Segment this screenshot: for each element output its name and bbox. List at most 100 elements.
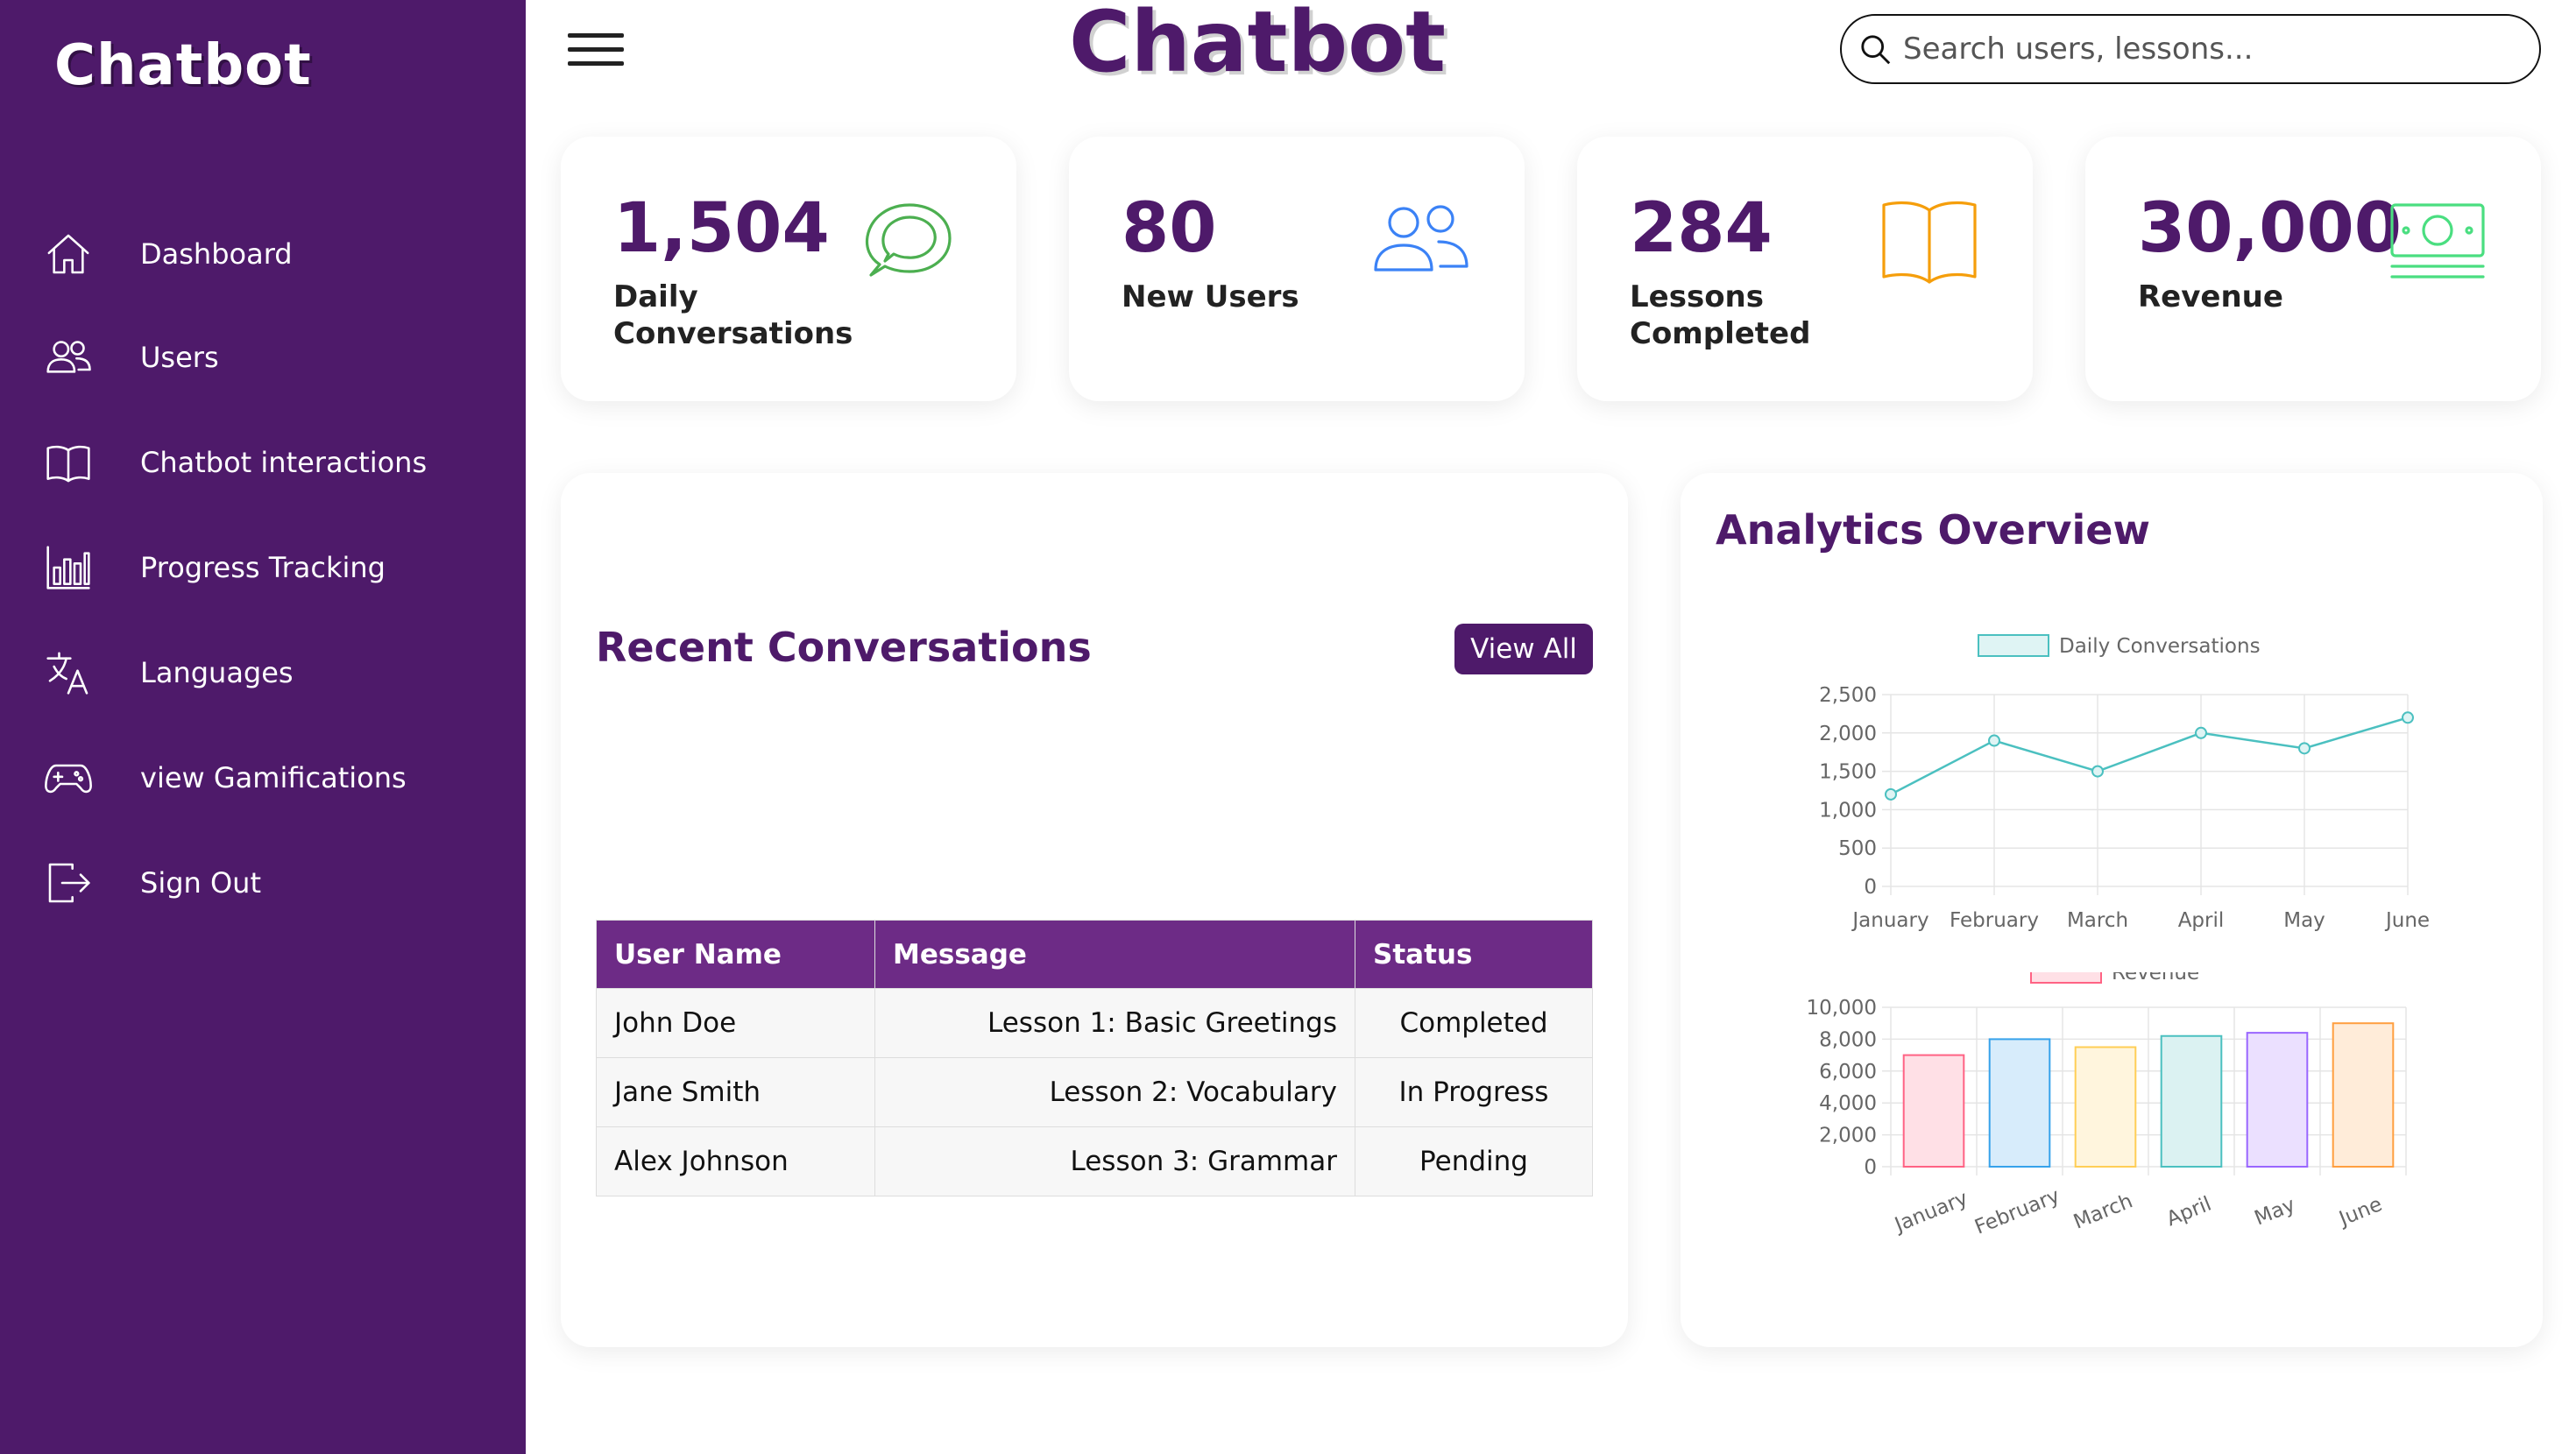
stat-value: 284: [1630, 189, 1773, 268]
table-row[interactable]: John Doe Lesson 1: Basic Greetings Compl…: [596, 988, 1593, 1058]
search-icon: [1861, 35, 1891, 65]
data-point: [1885, 787, 1897, 801]
y-tick-label: 8,000: [1819, 1028, 1877, 1051]
sign-out-icon: [48, 863, 90, 903]
sidebar-item-languages[interactable]: Languages: [44, 645, 294, 701]
data-point: [2195, 726, 2207, 739]
x-tick-label: April: [2163, 1193, 2214, 1232]
home-icon: [47, 234, 89, 274]
sidebar-item-label: Users: [140, 341, 219, 374]
y-tick-label: 500: [1838, 837, 1877, 860]
sidebar-item-chatbot-interactions[interactable]: Chatbot interactions: [44, 434, 427, 491]
hamburger-icon-line: [568, 47, 624, 52]
column-header-user-name: User Name: [596, 920, 875, 989]
y-tick-label: 2,500: [1819, 684, 1877, 707]
chat-icon: [865, 203, 952, 277]
gamepad-icon: [45, 764, 92, 794]
legend-swatch: [2030, 972, 2102, 984]
x-tick-label: January: [1851, 909, 1928, 932]
y-tick-label: 1,500: [1819, 761, 1877, 784]
sidebar-item-label: view Gamifications: [140, 761, 407, 794]
y-tick-label: 2,000: [1819, 723, 1877, 745]
cell-status: In Progress: [1355, 1057, 1593, 1127]
x-tick-label: June: [2384, 909, 2430, 932]
stat-card-conversations: 1,504 Daily Conversations: [561, 137, 1016, 401]
stat-value: 30,000: [2138, 189, 2402, 268]
sidebar-item-label: Sign Out: [140, 866, 261, 900]
bar: [2246, 1032, 2309, 1168]
data-point: [2298, 742, 2311, 755]
menu-toggle-button[interactable]: [568, 33, 624, 66]
column-header-message: Message: [874, 920, 1355, 989]
sidebar-item-gamifications[interactable]: view Gamifications: [44, 750, 407, 806]
cell-message: Lesson 3: Grammar: [874, 1126, 1355, 1196]
sidebar-item-label: Progress Tracking: [140, 551, 386, 584]
y-tick-label: 1,000: [1819, 799, 1877, 822]
stat-label: New Users: [1122, 279, 1299, 314]
stat-card-lessons: 284 Lessons Completed: [1577, 137, 2033, 401]
stat-value: 1,504: [613, 189, 830, 268]
sidebar-item-users[interactable]: Users: [44, 329, 219, 385]
sidebar-item-label: Chatbot interactions: [140, 446, 428, 479]
x-tick-label: January: [1890, 1187, 1971, 1238]
x-tick-label: March: [2067, 909, 2128, 932]
hamburger-icon-line: [568, 61, 624, 66]
table-header-row: User Name Message Status: [596, 920, 1593, 989]
stat-label: Revenue: [2138, 279, 2283, 314]
conversations-table: User Name Message Status John Doe Lesson…: [596, 920, 1593, 1196]
x-tick-label: March: [2070, 1189, 2136, 1233]
sidebar-brand: Chatbot: [54, 33, 312, 98]
section-title: Analytics Overview: [1716, 506, 2150, 554]
bar: [2332, 1022, 2395, 1168]
x-tick-label: May: [2251, 1194, 2298, 1231]
sidebar-item-sign-out[interactable]: Sign Out: [44, 855, 261, 911]
sidebar-item-dashboard[interactable]: Dashboard: [44, 226, 293, 282]
bar-chart: Revenue 0 2,000 4,000 6,000 8,000 10,000 Januar…: [1807, 972, 2407, 1239]
bar-chart-icon: [46, 546, 90, 589]
page-title: Chatbot: [1069, 0, 1447, 91]
view-all-button[interactable]: View All: [1454, 624, 1593, 674]
y-tick-label: 4,000: [1819, 1092, 1877, 1115]
section-title: Recent Conversations: [596, 624, 1092, 671]
translate-icon: [46, 652, 88, 695]
table-row[interactable]: Alex Johnson Lesson 3: Grammar Pending: [596, 1126, 1593, 1196]
stat-value: 80: [1122, 189, 1217, 268]
cell-message: Lesson 1: Basic Greetings: [874, 988, 1355, 1058]
legend-swatch: [1978, 634, 2049, 657]
x-tick-label: June: [2334, 1193, 2385, 1232]
users-icon: [46, 341, 91, 373]
book-icon: [46, 445, 90, 483]
bar: [1988, 1038, 2051, 1168]
column-header-status: Status: [1355, 920, 1593, 989]
users-icon: [1374, 205, 1468, 272]
recent-conversations-panel: Recent Conversations View All User Name …: [561, 473, 1628, 1347]
table-row[interactable]: Jane Smith Lesson 2: Vocabulary In Progr…: [596, 1057, 1593, 1127]
series-line: [1890, 716, 2409, 795]
x-tick-label: April: [2178, 909, 2225, 932]
cell-user-name: John Doe: [596, 988, 875, 1058]
y-tick-label: 0: [1864, 876, 1877, 899]
sidebar-item-progress-tracking[interactable]: Progress Tracking: [44, 540, 386, 596]
stat-label: Lessons Completed: [1630, 279, 1811, 351]
money-icon: [2390, 203, 2485, 279]
stat-card-revenue: 30,000 Revenue: [2085, 137, 2541, 401]
legend-label: Daily Conversations: [2059, 635, 2261, 658]
cell-message: Lesson 2: Vocabulary: [874, 1057, 1355, 1127]
y-tick-label: 2,000: [1819, 1125, 1877, 1147]
search-input[interactable]: [1903, 25, 2516, 74]
data-point: [1988, 734, 2000, 747]
cell-user-name: Alex Johnson: [596, 1126, 875, 1196]
book-icon: [1882, 201, 1977, 284]
analytics-panel: Analytics Overview Daily Conversations 0 5…: [1681, 473, 2543, 1347]
y-tick-label: 6,000: [1819, 1061, 1877, 1083]
stat-card-new-users: 80 New Users: [1069, 137, 1525, 401]
line-chart: Daily Conversations 0 500 1,000 1,500 2,000 2,…: [1819, 634, 2430, 932]
bar: [1902, 1054, 1965, 1168]
data-point: [2402, 711, 2414, 724]
cell-status: Completed: [1355, 988, 1593, 1058]
data-point: [2091, 765, 2104, 778]
bar: [2160, 1034, 2223, 1168]
sidebar-item-label: Languages: [140, 656, 294, 689]
cell-status: Pending: [1355, 1126, 1593, 1196]
stat-label: Daily Conversations: [613, 279, 853, 351]
